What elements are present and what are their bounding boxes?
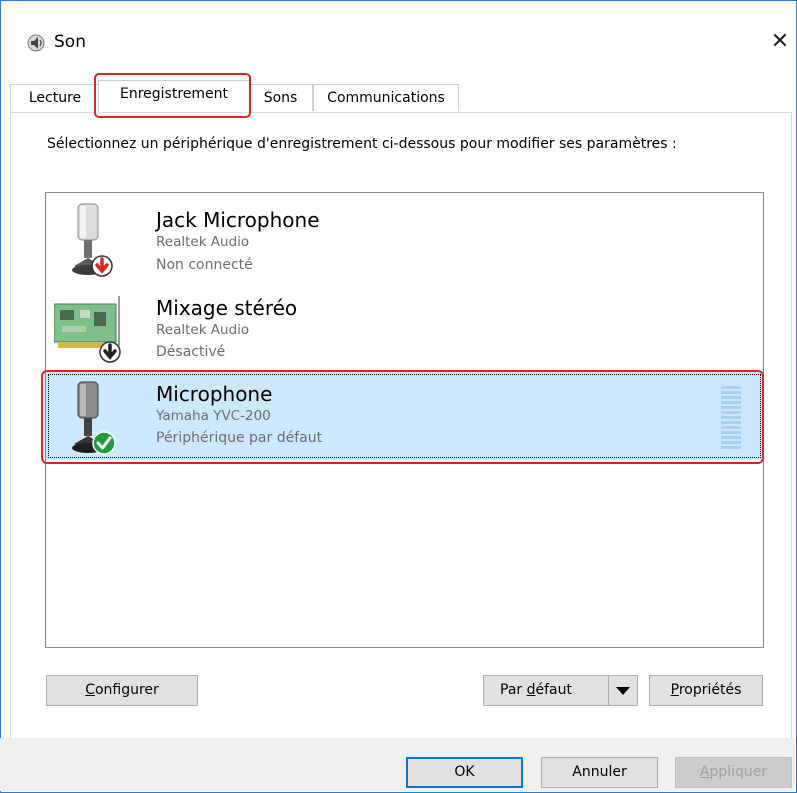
chevron-down-icon: [616, 687, 630, 695]
button-label: OK: [454, 764, 475, 780]
device-status: Désactivé: [156, 344, 226, 360]
apply-button[interactable]: Appliquer: [675, 757, 792, 788]
cancel-button[interactable]: Annuler: [541, 757, 658, 788]
microphone-icon: [72, 203, 113, 277]
button-label: éfaut: [535, 682, 572, 698]
set-default-dropdown[interactable]: [608, 676, 637, 705]
tab-communications[interactable]: Communications: [313, 84, 459, 111]
tab-label: Sons: [263, 90, 298, 106]
device-name: Mixage stéréo: [156, 296, 298, 320]
device-status: Non connecté: [156, 257, 253, 273]
title-bar[interactable]: Son ✕: [1, 1, 796, 54]
tab-label: Communications: [327, 90, 445, 106]
button-label-accelerator: d: [526, 682, 536, 698]
selected-device-highlight: [41, 370, 764, 464]
button-label-accelerator: A: [699, 764, 710, 780]
button-label: Par: [500, 682, 527, 698]
button-label-accelerator: P: [670, 682, 679, 698]
device-driver: Realtek Audio: [156, 322, 250, 338]
configure-button[interactable]: Configurer: [46, 675, 198, 706]
instructions-text: Sélectionnez un périphérique d'enregistr…: [47, 136, 677, 152]
tab-lecture[interactable]: Lecture: [10, 84, 100, 111]
device-driver: Realtek Audio: [156, 234, 250, 250]
set-default-split-button[interactable]: Par défaut: [483, 675, 638, 706]
list-item[interactable]: Mixage stéréo Realtek Audio Désactivé: [46, 284, 763, 370]
button-label: onfigurer: [94, 682, 159, 698]
ok-button[interactable]: OK: [406, 757, 523, 788]
sound-card-icon: [54, 296, 121, 363]
tab-sons[interactable]: Sons: [248, 84, 313, 111]
tab-label: Lecture: [28, 90, 82, 106]
device-name: Jack Microphone: [156, 208, 320, 232]
window-title: Son: [54, 32, 86, 52]
properties-button[interactable]: Propriétés: [649, 675, 763, 706]
button-label: Annuler: [572, 764, 627, 780]
active-tab-highlight: [94, 73, 251, 118]
button-label: ppliquer: [709, 764, 768, 780]
list-item[interactable]: Jack Microphone Realtek Audio Non connec…: [46, 196, 763, 282]
close-button[interactable]: ✕: [765, 27, 795, 57]
button-label-accelerator: C: [85, 682, 95, 698]
button-label: ropriétés: [678, 682, 742, 698]
close-icon: ✕: [770, 29, 790, 54]
speaker-icon: [27, 34, 45, 52]
